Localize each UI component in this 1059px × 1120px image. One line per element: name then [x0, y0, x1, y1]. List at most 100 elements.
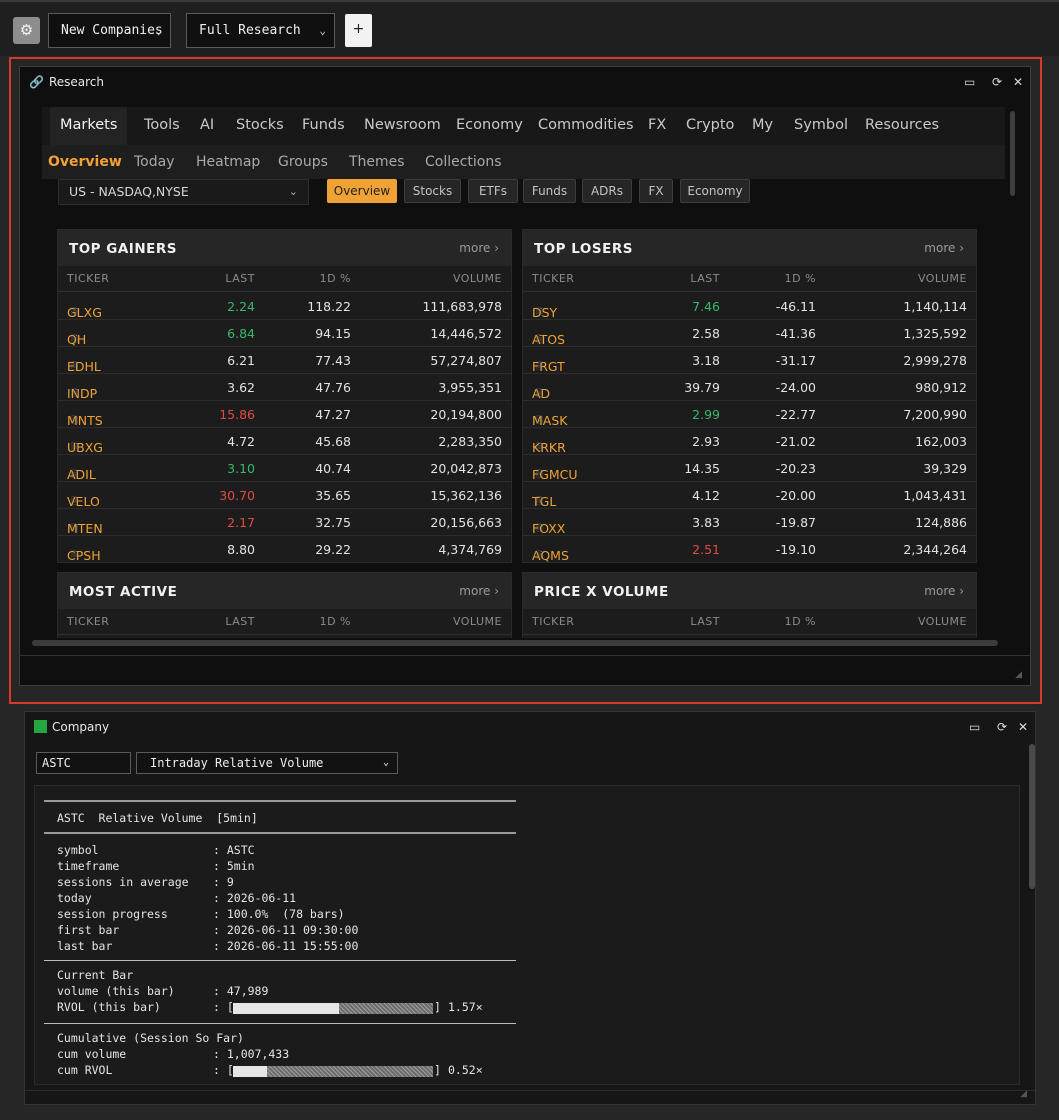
subtab-themes[interactable]: Themes — [349, 145, 405, 179]
close-icon[interactable]: ✕ — [1013, 75, 1023, 89]
column-header-ticker[interactable]: TICKER — [532, 272, 574, 285]
column-header-ticker[interactable]: TICKER — [67, 272, 109, 285]
more-link[interactable]: more › — [924, 584, 964, 598]
table-row[interactable]: INDP 🗎 3.62 47.76 3,955,351 — [58, 374, 511, 401]
study-select[interactable]: Intraday Relative Volume ⌄ — [136, 752, 398, 774]
filter-economy-button[interactable]: Economy — [680, 179, 750, 203]
volume: 980,912 — [915, 380, 967, 395]
column-header-last[interactable]: LAST — [690, 615, 720, 628]
volume: 162,003 — [915, 434, 967, 449]
maximize-icon[interactable]: ▭ — [969, 720, 980, 734]
column-header-last[interactable]: LAST — [225, 272, 255, 285]
tab-tools[interactable]: Tools — [144, 107, 180, 145]
maximize-icon[interactable]: ▭ — [964, 75, 975, 89]
market-select[interactable]: US - NASDAQ,NYSE ⌄ — [58, 179, 309, 205]
volume: 1,140,114 — [903, 299, 967, 314]
column-header-volume[interactable]: VOLUME — [918, 272, 967, 285]
table-row[interactable]: UBXG 🗎 4.72 45.68 2,283,350 — [58, 428, 511, 455]
column-header-volume[interactable]: VOLUME — [918, 615, 967, 628]
filter-overview-button[interactable]: Overview — [327, 179, 397, 203]
column-header-1d-pct[interactable]: 1D % — [320, 615, 351, 628]
filter-stocks-button[interactable]: Stocks — [404, 179, 461, 203]
more-link[interactable]: more › — [924, 241, 964, 255]
chevron-down-icon: ⌄ — [382, 757, 389, 768]
table-row[interactable]: AD 🗎 39.79 -24.00 980,912 — [523, 374, 976, 401]
more-link[interactable]: more › — [459, 584, 499, 598]
volume: 3,955,351 — [438, 380, 502, 395]
horizontal-scrollbar[interactable] — [32, 640, 998, 646]
close-icon[interactable]: ✕ — [1018, 720, 1028, 734]
column-header-last[interactable]: LAST — [225, 615, 255, 628]
tab-markets[interactable]: Markets — [50, 107, 128, 145]
table-row[interactable]: KRKR 🗎 2.93 -21.02 162,003 — [523, 428, 976, 455]
subtab-overview[interactable]: Overview — [48, 145, 122, 179]
layout-select[interactable]: New Companies ⌄ — [48, 13, 171, 48]
column-header-last[interactable]: LAST — [690, 272, 720, 285]
table-row[interactable]: MNTS 🗎 15.86 47.27 20,194,800 — [58, 401, 511, 428]
table-row[interactable]: QH 🗎 6.84 94.15 14,446,572 — [58, 320, 511, 347]
table-row[interactable]: FGMCU 🗎 14.35 -20.23 39,329 — [523, 455, 976, 482]
tab-newsroom[interactable]: Newsroom — [364, 107, 441, 145]
document-icon: 🗎 — [71, 389, 79, 399]
column-header-1d-pct[interactable]: 1D % — [785, 615, 816, 628]
filter-fx-button[interactable]: FX — [639, 179, 673, 203]
volume: 124,886 — [915, 515, 967, 530]
table-row[interactable]: CPSH 🗎 8.80 29.22 4,374,769 — [58, 536, 511, 563]
column-header-1d-pct[interactable]: 1D % — [785, 272, 816, 285]
table-row[interactable]: EDHL 🗎 6.21 77.43 57,274,807 — [58, 347, 511, 374]
table-row[interactable]: ADIL 🗎 3.10 40.74 20,042,873 — [58, 455, 511, 482]
tab-symbol[interactable]: Symbol — [794, 107, 848, 145]
layout-select-value: New Companies — [61, 23, 163, 38]
document-icon: 🗎 — [536, 443, 544, 453]
rvol-bar-remainder — [267, 1066, 433, 1077]
refresh-icon[interactable]: ⟳ — [997, 720, 1007, 734]
refresh-icon[interactable]: ⟳ — [992, 75, 1002, 89]
table-row[interactable]: DSY 🗎 7.46 -46.11 1,140,114 — [523, 293, 976, 320]
column-header-ticker[interactable]: TICKER — [532, 615, 574, 628]
column-header-volume[interactable]: VOLUME — [453, 615, 502, 628]
report-field-label: volume (this bar) — [57, 984, 175, 998]
tab-ai[interactable]: AI — [200, 107, 214, 145]
filter-funds-button[interactable]: Funds — [523, 179, 576, 203]
chevron-right-icon: › — [955, 241, 964, 255]
table-row[interactable]: MTEN 🗎 2.17 32.75 20,156,663 — [58, 509, 511, 536]
table-row[interactable]: FOXX 🗎 3.83 -19.87 124,886 — [523, 509, 976, 536]
tab-resources[interactable]: Resources — [865, 107, 939, 145]
vertical-scrollbar[interactable] — [1029, 744, 1035, 889]
change-percent: -24.00 — [775, 380, 816, 395]
subtab-heatmap[interactable]: Heatmap — [196, 145, 260, 179]
subtab-collections[interactable]: Collections — [425, 145, 502, 179]
more-label: more — [459, 584, 491, 598]
column-header-ticker[interactable]: TICKER — [67, 615, 109, 628]
tab-fx[interactable]: FX — [648, 107, 666, 145]
vertical-scrollbar[interactable] — [1010, 111, 1015, 196]
table-row[interactable]: VELO 🗎 30.70 35.65 15,362,136 — [58, 482, 511, 509]
column-header-volume[interactable]: VOLUME — [453, 272, 502, 285]
tab-economy[interactable]: Economy — [456, 107, 523, 145]
tab-funds[interactable]: Funds — [302, 107, 345, 145]
subtab-today[interactable]: Today — [134, 145, 175, 179]
resize-handle-icon[interactable]: ◢ — [1020, 1089, 1027, 1099]
column-header-1d-pct[interactable]: 1D % — [320, 272, 351, 285]
symbol-input[interactable]: ASTC — [36, 752, 131, 774]
change-percent: 32.75 — [315, 515, 351, 530]
filter-etfs-button[interactable]: ETFs — [468, 179, 518, 203]
table-row[interactable]: GLXG 🗎 2.24 118.22 111,683,978 — [58, 293, 511, 320]
resize-handle-icon[interactable]: ◢ — [1015, 670, 1022, 680]
tab-commodities[interactable]: Commodities — [538, 107, 634, 145]
subtab-groups[interactable]: Groups — [278, 145, 328, 179]
filter-adrs-button[interactable]: ADRs — [582, 179, 632, 203]
table-row[interactable]: TGL 🗎 4.12 -20.00 1,043,431 — [523, 482, 976, 509]
divider — [44, 832, 516, 834]
table-row[interactable]: FRGT 🗎 3.18 -31.17 2,999,278 — [523, 347, 976, 374]
table-row[interactable]: ATOS 🗎 2.58 -41.36 1,325,592 — [523, 320, 976, 347]
research-select[interactable]: Full Research ⌄ — [186, 13, 335, 48]
add-panel-button[interactable]: + — [345, 14, 372, 47]
more-link[interactable]: more › — [459, 241, 499, 255]
table-row[interactable]: MASK 🗎 2.99 -22.77 7,200,990 — [523, 401, 976, 428]
table-row[interactable]: AQMS 🗎 2.51 -19.10 2,344,264 — [523, 536, 976, 563]
settings-button[interactable]: ⚙ — [13, 17, 40, 44]
tab-my[interactable]: My — [752, 107, 773, 145]
tab-crypto[interactable]: Crypto — [686, 107, 734, 145]
tab-stocks[interactable]: Stocks — [236, 107, 284, 145]
